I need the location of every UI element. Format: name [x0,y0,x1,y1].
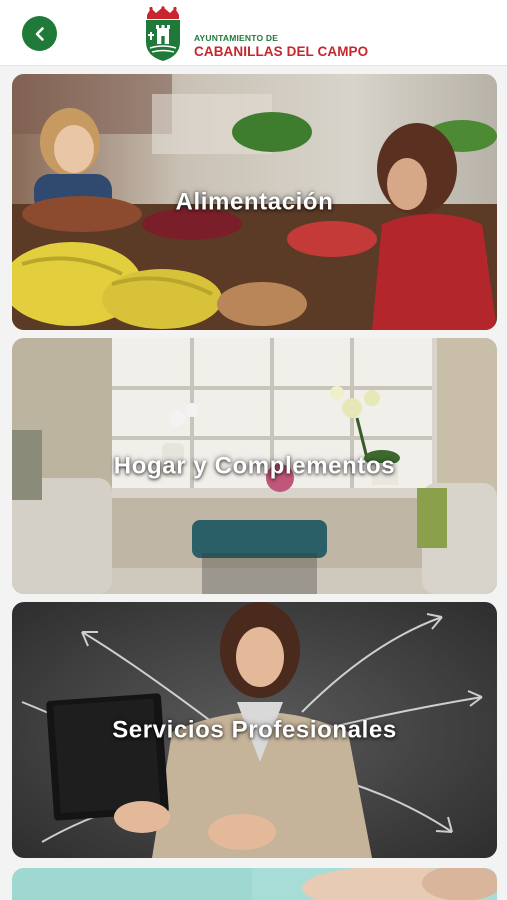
category-title: Hogar y Complementos [113,452,396,480]
app-screen: AYUNTAMIENTO DE CABANILLAS DEL CAMPO Ali… [0,0,507,900]
category-title: Alimentación [175,188,334,216]
category-card-servicios-profesionales[interactable]: Servicios Profesionales [12,602,497,858]
town-hall-logo: AYUNTAMIENTO DE CABANILLAS DEL CAMPO [142,6,372,62]
app-header: AYUNTAMIENTO DE CABANILLAS DEL CAMPO [0,0,507,66]
category-card-alimentacion[interactable]: Alimentación [12,74,497,330]
back-button[interactable] [22,16,57,51]
category-list: Alimentación Hogar y Complementos Servic… [0,66,507,900]
logo-line-2: CABANILLAS DEL CAMPO [194,43,369,59]
category-card-partial[interactable] [12,868,497,900]
logo-line-1: AYUNTAMIENTO DE [194,33,279,43]
coat-of-arms-icon [146,6,180,61]
chevron-left-icon [35,26,44,41]
category-title: Servicios Profesionales [112,716,397,744]
logo-text: AYUNTAMIENTO DE CABANILLAS DEL CAMPO [194,34,368,58]
category-image-partial [12,868,497,900]
category-card-hogar-complementos[interactable]: Hogar y Complementos [12,338,497,594]
